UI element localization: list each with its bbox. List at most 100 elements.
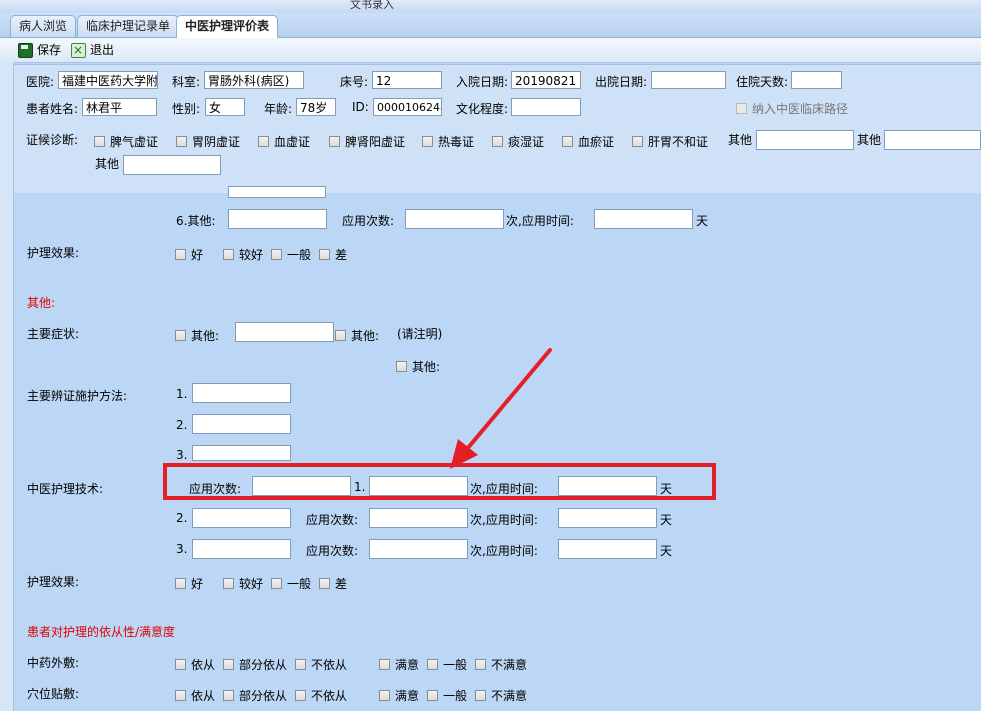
effect1-poor[interactable]: 差	[319, 246, 347, 263]
bed-label: 床号:	[340, 75, 369, 89]
syndrome-option-2[interactable]: 胃阴虚证	[176, 133, 240, 150]
effect2-fairly-good[interactable]: 较好	[223, 575, 263, 592]
tcm-pathway-checkbox[interactable]: 纳入中医临床路径	[736, 100, 848, 117]
syndrome-option-label: 脾气虚证	[110, 135, 159, 149]
checkbox-box	[271, 578, 282, 589]
id-label: ID:	[352, 100, 369, 114]
acupoint-unsatisfied[interactable]: 不满意	[475, 687, 527, 704]
age-label: 年龄:	[264, 102, 293, 116]
stay-days-label: 住院天数:	[736, 75, 789, 89]
dept-field[interactable]: 胃肠外科(病区)	[204, 71, 304, 89]
exit-button[interactable]: 退出	[71, 41, 114, 59]
herb-average[interactable]: 一般	[427, 656, 467, 673]
effect2-average[interactable]: 一般	[271, 575, 311, 592]
checkbox-box	[736, 103, 747, 114]
syndrome-option-8[interactable]: 肝胃不和证	[632, 133, 708, 150]
syndrome-option-5[interactable]: 热毒证	[422, 133, 474, 150]
effect2-good[interactable]: 好	[175, 575, 203, 592]
option-label: 差	[335, 248, 348, 262]
checkbox-box	[632, 136, 643, 147]
admit-date-field[interactable]: 20190821	[511, 71, 581, 89]
technique-field-3[interactable]	[192, 539, 291, 559]
acupoint-average[interactable]: 一般	[427, 687, 467, 704]
hospital-field[interactable]: 福建中医药大学附	[58, 71, 158, 89]
syndrome-other-field-2[interactable]	[884, 130, 981, 150]
herb-comply[interactable]: 依从	[175, 656, 215, 673]
syndrome-option-label: 脾肾阳虚证	[345, 135, 406, 149]
technique-field-2[interactable]	[192, 508, 291, 528]
herb-unsatisfied[interactable]: 不满意	[475, 656, 527, 673]
technique-count-field-3[interactable]	[369, 539, 468, 559]
option-label: 其他:	[412, 360, 441, 374]
option-label: 满意	[395, 689, 420, 703]
method-field-1[interactable]	[192, 383, 291, 403]
checkbox-box	[175, 330, 186, 341]
technique-time-field-2[interactable]	[558, 508, 657, 528]
tab-patient-browse[interactable]: 病人浏览	[10, 15, 77, 37]
checkbox-box	[223, 578, 234, 589]
effect1-fairly-good[interactable]: 较好	[223, 246, 263, 263]
main-symptom-label: 主要症状:	[27, 327, 80, 341]
syndrome-other-field-3[interactable]	[123, 155, 221, 175]
technique-count-field-2[interactable]	[369, 508, 468, 528]
item6-time-field[interactable]	[594, 209, 693, 229]
tab-clinical-record[interactable]: 临床护理记录单	[77, 15, 180, 37]
cut-off-field[interactable]	[228, 186, 326, 198]
acupoint-partial-comply[interactable]: 部分依从	[223, 687, 287, 704]
times-time-label-t2: 次,应用时间:	[470, 513, 538, 527]
method-field-2[interactable]	[192, 414, 291, 434]
checkbox-box	[475, 690, 486, 701]
checkbox-box	[422, 136, 433, 147]
checkbox-box	[271, 249, 282, 260]
checkbox-box	[427, 690, 438, 701]
effect1-good[interactable]: 好	[175, 246, 203, 263]
bed-field[interactable]: 12	[372, 71, 442, 89]
effect1-average[interactable]: 一般	[271, 246, 311, 263]
syndrome-option-label: 痰湿证	[508, 135, 545, 149]
symptom-other-checkbox-1[interactable]: 其他:	[175, 327, 219, 344]
item6-other-field[interactable]	[228, 209, 327, 229]
age-field[interactable]: 78岁	[296, 98, 336, 116]
method-num-1: 1.	[176, 387, 188, 401]
id-field[interactable]: 0000106248	[373, 98, 442, 116]
acupoint-comply[interactable]: 依从	[175, 687, 215, 704]
syndrome-option-3[interactable]: 血虚证	[258, 133, 310, 150]
save-button[interactable]: 保存	[18, 41, 61, 59]
method-num-3: 3.	[176, 448, 188, 462]
herb-satisfied[interactable]: 满意	[379, 656, 419, 673]
sex-field[interactable]: 女	[205, 98, 245, 116]
syndrome-option-label: 肝胃不和证	[648, 135, 709, 149]
option-label: 满意	[395, 658, 420, 672]
item6-count-field[interactable]	[405, 209, 504, 229]
acupoint-satisfied[interactable]: 满意	[379, 687, 419, 704]
syndrome-option-7[interactable]: 血瘀证	[562, 133, 614, 150]
discharge-date-field[interactable]	[651, 71, 726, 89]
syndrome-option-6[interactable]: 痰湿证	[492, 133, 544, 150]
syndrome-option-1[interactable]: 脾气虚证	[94, 133, 158, 150]
education-field[interactable]	[511, 98, 581, 116]
acupoint-not-comply[interactable]: 不依从	[295, 687, 347, 704]
technique-time-field-3[interactable]	[558, 539, 657, 559]
option-label: 其他:	[351, 329, 380, 343]
checkbox-box	[396, 361, 407, 372]
option-label: 不满意	[491, 658, 528, 672]
symptom-other-field[interactable]	[235, 322, 334, 342]
effect2-poor[interactable]: 差	[319, 575, 347, 592]
syndrome-option-4[interactable]: 脾肾阳虚证	[329, 133, 405, 150]
day-unit-t2: 天	[660, 513, 673, 527]
herb-not-comply[interactable]: 不依从	[295, 656, 347, 673]
discharge-date-label: 出院日期:	[595, 75, 648, 89]
name-field[interactable]: 林君平	[82, 98, 157, 116]
tab-tcm-evaluation[interactable]: 中医护理评价表	[176, 15, 279, 38]
syndrome-other-field-1[interactable]	[756, 130, 854, 150]
symptom-other-checkbox-3[interactable]: 其他:	[396, 358, 440, 375]
method-field-3[interactable]	[192, 445, 291, 461]
symptom-other-checkbox-2[interactable]: 其他:	[335, 327, 379, 344]
syndrome-other-label-1: 其他	[728, 133, 753, 147]
syndrome-option-label: 热毒证	[438, 135, 475, 149]
method-num-2: 2.	[176, 418, 188, 432]
apply-count-label: 应用次数:	[342, 214, 395, 228]
stay-days-field[interactable]	[791, 71, 842, 89]
option-label: 一般	[443, 689, 468, 703]
herb-partial-comply[interactable]: 部分依从	[223, 656, 287, 673]
